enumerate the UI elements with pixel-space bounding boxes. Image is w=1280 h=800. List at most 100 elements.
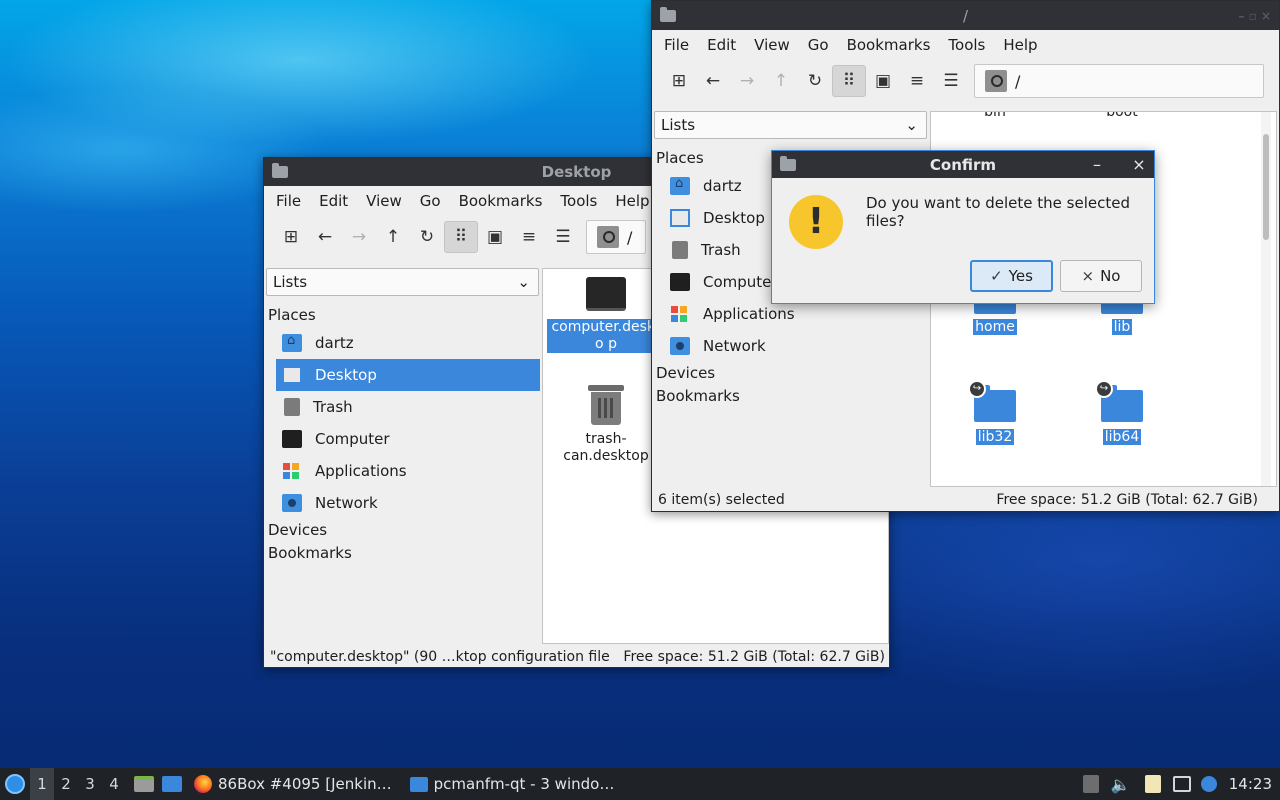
workspace-4[interactable]: 4: [102, 768, 126, 800]
clipboard-icon[interactable]: [1144, 775, 1161, 793]
status-bar: "computer.desktop" (90 …ktop configurati…: [270, 646, 885, 668]
sidebar-item-network[interactable]: Network: [276, 487, 540, 519]
devices-section-header[interactable]: Devices: [266, 519, 540, 542]
file-item-boot[interactable]: boot: [1082, 112, 1162, 121]
thumbnail-view-icon[interactable]: ▣: [478, 221, 512, 253]
detailed-list-view-icon[interactable]: ☰: [934, 65, 968, 97]
workspace-1[interactable]: 1: [30, 768, 54, 800]
compact-view-icon[interactable]: ≡: [512, 221, 546, 253]
sidebar-item-computer[interactable]: Computer: [276, 423, 540, 455]
workspace-3[interactable]: 3: [78, 768, 102, 800]
vertical-scrollbar[interactable]: [1261, 112, 1271, 486]
yes-button[interactable]: ✓ Yes: [970, 260, 1053, 292]
file-item-bin[interactable]: bin: [955, 112, 1035, 121]
menu-bookmarks[interactable]: Bookmarks: [450, 192, 552, 210]
menu-edit[interactable]: Edit: [310, 192, 357, 210]
cancel-x-icon: ×: [1081, 267, 1095, 285]
file-item-trash-can-desktop[interactable]: trash- can.desktop: [547, 385, 665, 465]
up-arrow-icon[interactable]: ↑: [376, 221, 410, 253]
file-label: lib64: [1102, 429, 1142, 445]
status-selection-text: "computer.desktop" (90 …ktop configurati…: [270, 649, 610, 665]
menu-tools[interactable]: Tools: [551, 192, 606, 210]
bookmarks-section-header[interactable]: Bookmarks: [266, 542, 540, 565]
path-root-button[interactable]: /: [1007, 72, 1030, 91]
sidebar-item-applications[interactable]: Applications: [276, 455, 540, 487]
forward-arrow-icon[interactable]: →: [730, 65, 764, 97]
toolbar: ⊞ ← → ↑ ↻ ⠿ ▣ ≡ ☰ /: [652, 60, 1279, 102]
close-icon[interactable]: ×: [1124, 151, 1154, 178]
task-86box[interactable]: 86Box #4095 [Jenkin…: [188, 768, 398, 800]
new-tab-icon[interactable]: ⊞: [274, 221, 308, 253]
menu-go[interactable]: Go: [411, 192, 450, 210]
tray-eject-icon[interactable]: [1082, 775, 1099, 793]
thumbnail-view-icon[interactable]: ▣: [866, 65, 900, 97]
menu-help[interactable]: Help: [994, 36, 1046, 54]
places-sidebar: Places dartz Desktop Trash Computer Appl…: [266, 304, 540, 565]
sidebar-item-dartz[interactable]: dartz: [276, 327, 540, 359]
menu-view[interactable]: View: [357, 192, 411, 210]
back-arrow-icon[interactable]: ←: [696, 65, 730, 97]
check-icon: ✓: [990, 267, 1003, 285]
menu-file[interactable]: File: [267, 192, 310, 210]
sidebar-item-network[interactable]: Network: [664, 330, 928, 362]
forward-arrow-icon[interactable]: →: [342, 221, 376, 253]
icon-view-icon[interactable]: ⠿: [832, 65, 866, 97]
file-label: lib32: [975, 429, 1015, 445]
volume-icon[interactable]: 🔈: [1111, 775, 1131, 794]
sidebar-item-trash[interactable]: Trash: [276, 391, 540, 423]
home-folder-icon: [670, 176, 690, 195]
file-item-lib32[interactable]: ↪ lib32: [955, 380, 1035, 446]
reload-icon[interactable]: ↻: [798, 65, 832, 97]
file-item-lib64[interactable]: ↪ lib64: [1082, 380, 1162, 446]
menu-go[interactable]: Go: [799, 36, 838, 54]
update-notifier-icon[interactable]: [1200, 776, 1217, 792]
title-bar[interactable]: / – ▫ ×: [652, 1, 1279, 30]
trash-file-icon: [588, 385, 624, 425]
sidebar-item-desktop[interactable]: Desktop: [276, 359, 540, 391]
side-pane-mode-select[interactable]: Lists ⌄: [266, 268, 539, 296]
clock[interactable]: 14:23: [1229, 775, 1272, 793]
side-pane-mode-select[interactable]: Lists ⌄: [654, 111, 927, 139]
menu-file[interactable]: File: [655, 36, 698, 54]
window-controls[interactable]: – ▫ ×: [1238, 9, 1271, 23]
dialog-title-bar[interactable]: Confirm – ×: [772, 151, 1154, 178]
menu-edit[interactable]: Edit: [698, 36, 745, 54]
warning-icon: !: [789, 195, 843, 249]
show-desktop-icon[interactable]: [162, 776, 182, 792]
drive-icon: [597, 226, 619, 248]
up-arrow-icon[interactable]: ↑: [764, 65, 798, 97]
task-pcmanfm[interactable]: pcmanfm-qt - 3 windo…: [404, 768, 621, 800]
places-section-header[interactable]: Places: [266, 304, 540, 327]
file-label: home: [973, 319, 1017, 335]
scrollbar-thumb[interactable]: [1263, 134, 1269, 240]
symlink-arrow-icon: ↪: [1095, 380, 1113, 398]
home-folder-icon: [282, 333, 302, 352]
file-label: lib: [1111, 319, 1133, 335]
start-menu-icon[interactable]: [0, 768, 30, 800]
computer-icon: [670, 273, 690, 291]
network-tray-icon[interactable]: [1172, 776, 1191, 792]
trash-icon: [284, 398, 300, 416]
path-bar[interactable]: /: [586, 220, 646, 254]
compact-view-icon[interactable]: ≡: [900, 65, 934, 97]
path-root-button[interactable]: /: [619, 228, 642, 247]
detailed-list-view-icon[interactable]: ☰: [546, 221, 580, 253]
new-tab-icon[interactable]: ⊞: [662, 65, 696, 97]
bookmarks-section-header[interactable]: Bookmarks: [654, 385, 928, 408]
icon-view-icon[interactable]: ⠿: [444, 221, 478, 253]
drive-icon: [985, 70, 1007, 92]
workspace-2[interactable]: 2: [54, 768, 78, 800]
devices-section-header[interactable]: Devices: [654, 362, 928, 385]
reload-icon[interactable]: ↻: [410, 221, 444, 253]
back-arrow-icon[interactable]: ←: [308, 221, 342, 253]
menu-view[interactable]: View: [745, 36, 799, 54]
file-item-computer-desktop[interactable]: computer.deskto p: [547, 277, 665, 353]
minimize-icon[interactable]: –: [1082, 151, 1112, 178]
no-button[interactable]: × No: [1060, 260, 1142, 292]
computer-file-icon: [586, 277, 626, 311]
menu-tools[interactable]: Tools: [939, 36, 994, 54]
path-bar[interactable]: /: [974, 64, 1264, 98]
desktop-icon: [282, 366, 302, 384]
menu-bookmarks[interactable]: Bookmarks: [838, 36, 940, 54]
file-manager-launcher-icon[interactable]: [134, 776, 154, 792]
